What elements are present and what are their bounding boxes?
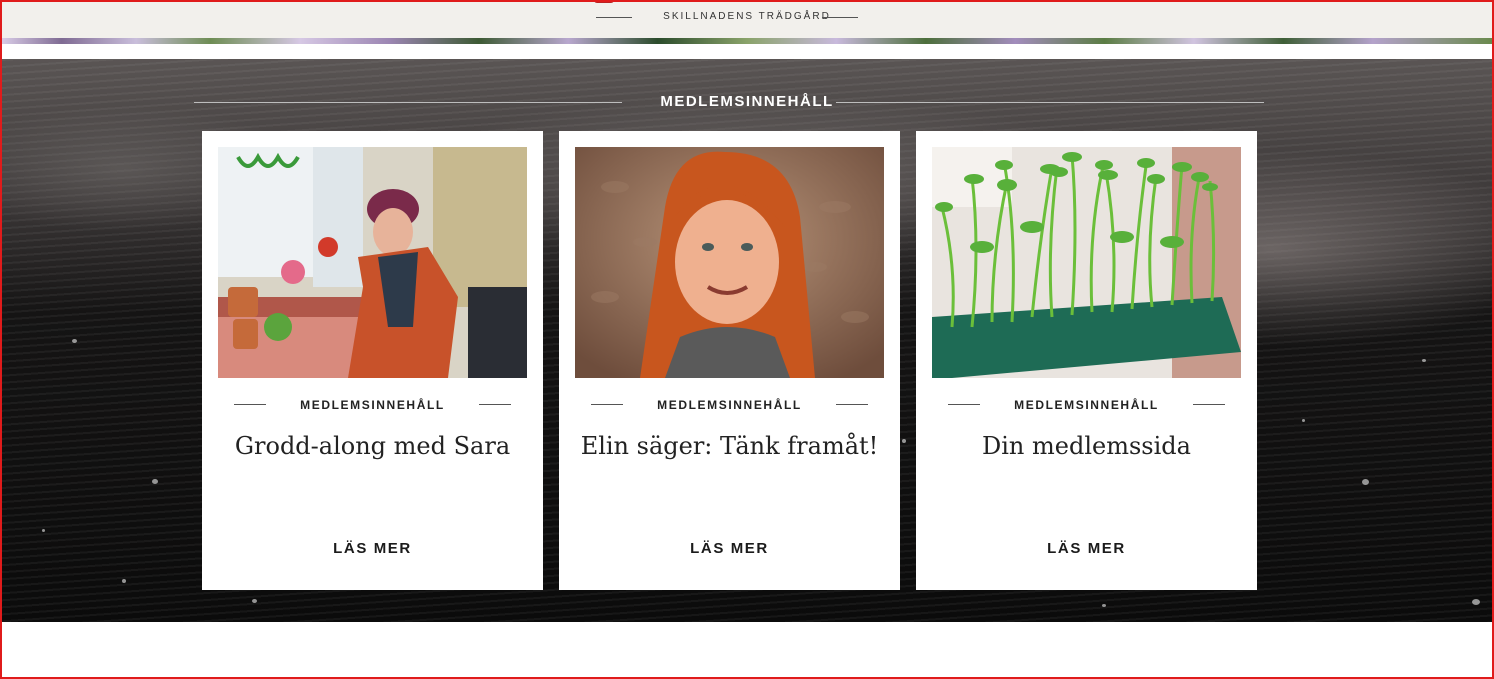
card-grodd-along[interactable]: MEDLEMSINNEHÅLL Grodd-along med Sara LÄS… [202, 131, 543, 590]
category-divider-right [1193, 404, 1225, 405]
card-image-elin[interactable] [575, 147, 884, 378]
site-header: SKILLNADENS TRÄDGÅRD [0, 0, 1494, 38]
section-title: MEDLEMSINNEHÅLL [660, 93, 834, 110]
card-elin[interactable]: MEDLEMSINNEHÅLL Elin säger: Tänk framåt!… [559, 131, 900, 590]
footer-spacer [2, 622, 1492, 677]
section-title-divider-right [836, 102, 1264, 103]
read-more-button[interactable]: LÄS MER [916, 540, 1257, 557]
card-title[interactable]: Din medlemssida [916, 432, 1257, 460]
category-divider-right [836, 404, 868, 405]
logo-fragment[interactable] [594, 0, 614, 3]
card-title[interactable]: Grodd-along med Sara [202, 432, 543, 460]
read-more-button[interactable]: LÄS MER [202, 540, 543, 557]
card-category: MEDLEMSINNEHÅLL [300, 398, 445, 412]
read-more-button[interactable]: LÄS MER [559, 540, 900, 557]
card-category: MEDLEMSINNEHÅLL [1014, 398, 1159, 412]
card-image-sara[interactable] [218, 147, 527, 378]
card-din-medlemssida[interactable]: MEDLEMSINNEHÅLL Din medlemssida LÄS MER [916, 131, 1257, 590]
site-tagline: SKILLNADENS TRÄDGÅRD [663, 11, 831, 22]
tagline-divider-right [822, 17, 858, 18]
category-divider-right [479, 404, 511, 405]
card-category: MEDLEMSINNEHÅLL [657, 398, 802, 412]
card-image-pea-shoots[interactable] [932, 147, 1241, 378]
spacer [2, 44, 1492, 59]
card-title[interactable]: Elin säger: Tänk framåt! [559, 432, 900, 460]
